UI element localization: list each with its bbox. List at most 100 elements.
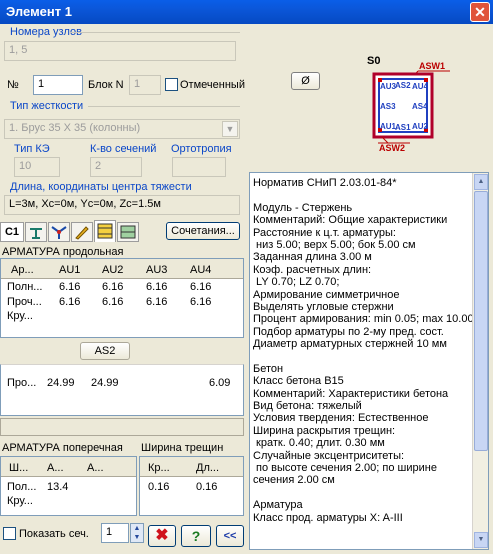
sections-label: К-во сечений [90, 143, 157, 155]
combinations-button[interactable]: Сочетания... [166, 222, 240, 240]
report-line: Класс бетона В15 [253, 375, 344, 388]
report-line: Комментарий: Характеристики бетона [253, 387, 449, 400]
help-button[interactable]: ? [181, 525, 211, 547]
stiffness-select: 1. Брус 35 X 35 (колонны) [4, 119, 240, 139]
table-cell: 6.09 [209, 377, 231, 389]
report-line [253, 350, 471, 362]
spin-buttons[interactable]: ▲ ▼ [130, 523, 144, 543]
column-header[interactable]: Дл... [196, 462, 219, 474]
number-field[interactable]: 1 [33, 75, 83, 95]
as4-label: AS4 [412, 102, 428, 111]
report-line [253, 189, 471, 201]
table-cell: Кру... [7, 310, 33, 322]
table-cell: 24.99 [91, 377, 119, 389]
scroll-up-icon[interactable]: ▲ [474, 174, 488, 190]
tab-c1[interactable]: С1 [0, 222, 24, 242]
table-cell: 6.16 [190, 281, 212, 293]
trans-rebar-label: АРМАТУРА поперечная [2, 442, 123, 454]
table-cell: 6.16 [59, 296, 81, 308]
tab-axes[interactable] [48, 222, 70, 242]
nodes-field: 1, 5 [4, 41, 236, 61]
crack-table: Кр... Дл... 0.16 0.16 [139, 456, 244, 516]
column-header[interactable]: А... [87, 462, 104, 474]
report-line: Бетон [253, 362, 284, 375]
help-icon: ? [191, 528, 201, 544]
column-header[interactable]: AU4 [190, 264, 211, 276]
table-cell: 0.16 [196, 481, 218, 493]
delete-button[interactable]: ✖ [148, 525, 176, 547]
diameter-icon: Ø [301, 75, 310, 87]
report-line [253, 487, 471, 499]
ortho-label: Ортотропия [171, 143, 232, 155]
beam-icon [30, 228, 42, 239]
column-header[interactable]: Кр... [148, 462, 170, 474]
trans-rebar-table: Ш... А... А... Пол... 13.4 Кру... [0, 456, 137, 516]
table-cell: 6.16 [102, 281, 124, 293]
report-line: Модуль - Стержень [253, 201, 353, 214]
table-cell: 6.16 [146, 296, 168, 308]
as1-label: AS1 [395, 123, 411, 132]
table-cell: 6.16 [102, 296, 124, 308]
section-title: S0 [367, 55, 380, 67]
number-label: № [7, 79, 19, 91]
collapse-icon: << [223, 530, 237, 542]
report-line: по высоте сечения 2.00; по ширине [253, 461, 437, 474]
report-text: Норматив СНиП 2.03.01-84* Модуль - Стерже… [253, 177, 474, 524]
table-cell: 0.16 [148, 481, 170, 493]
spin-up-icon[interactable]: ▲ [131, 524, 143, 533]
au2-label: AU2 [412, 122, 429, 131]
collapse-button[interactable]: << [216, 525, 244, 547]
section-diagram: S0 ASW1 AU3 AS2 AU4 AS3 AS4 AU1 AS1 AU2 … [367, 55, 450, 152]
tab-section[interactable] [117, 222, 139, 242]
close-button[interactable]: ✕ [470, 2, 490, 22]
divider [88, 106, 240, 107]
report-line: Условия твердения: Естественное [253, 412, 429, 425]
report-line: Коэф. расчетных длин: [253, 263, 372, 276]
stiffness-label: Тип жесткости [10, 100, 84, 112]
report-panel: Норматив СНиП 2.03.01-84* Модуль - Стерже… [249, 172, 489, 550]
marked-label: Отмеченный [180, 79, 245, 91]
report-line: Армирование симметричное [253, 288, 400, 301]
column-header[interactable]: Ш... [9, 462, 28, 474]
report-line: Класс прод. арматуры X: A-III [253, 511, 403, 524]
column-header[interactable]: AU3 [146, 264, 167, 276]
show-section-checkbox[interactable] [3, 527, 16, 540]
report-line: Выделять угловые стержни [253, 300, 394, 313]
asw1-label: ASW1 [419, 61, 445, 71]
table-cell: 13.4 [47, 481, 69, 493]
column-header[interactable]: Ар... [11, 264, 34, 276]
section-spin-field[interactable]: 1 [101, 523, 129, 543]
long-rebar-label: АРМАТУРА продольная [2, 246, 124, 258]
horizontal-scrollbar[interactable] [0, 418, 244, 436]
report-line: Расстояние к ц.т. арматуры: [253, 226, 396, 239]
report-line: Подбор арматуры по 2-му пред. сост. [253, 325, 444, 338]
pencil-icon [75, 226, 89, 240]
table-cell: 6.16 [59, 281, 81, 293]
table-cell: Пол... [7, 481, 37, 493]
column-section-icon [97, 223, 113, 239]
axes-icon [51, 226, 67, 239]
column-header[interactable]: AU2 [102, 264, 123, 276]
tab-rebar[interactable] [94, 220, 116, 242]
ke-type-field: 10 [14, 157, 60, 177]
close-icon: ✕ [474, 4, 486, 20]
table-cell: 6.16 [190, 296, 212, 308]
report-line: Случайные эксцентриситеты: [253, 449, 405, 462]
column-header[interactable]: AU1 [59, 264, 80, 276]
tab-beam[interactable] [25, 222, 47, 242]
column-header[interactable]: А... [47, 462, 64, 474]
diameter-button[interactable]: Ø [291, 72, 320, 90]
spin-down-icon[interactable]: ▼ [131, 533, 143, 542]
as2-button[interactable]: AS2 [80, 342, 130, 360]
vertical-scrollbar[interactable]: ▲ ▼ [472, 173, 488, 549]
ortho-field [172, 157, 226, 177]
as2-label: AS2 [395, 81, 411, 90]
as2-table: Про... 24.99 24.99 6.09 [0, 364, 244, 416]
length-label: Длина, координаты центра тяжести [10, 181, 192, 193]
tab-pencil[interactable] [71, 222, 93, 242]
marked-checkbox[interactable] [165, 78, 178, 91]
table-cell: 6.16 [146, 281, 168, 293]
chevron-down-icon: ▼ [222, 121, 238, 137]
scroll-thumb[interactable] [474, 191, 488, 451]
scroll-down-icon[interactable]: ▼ [474, 532, 488, 548]
